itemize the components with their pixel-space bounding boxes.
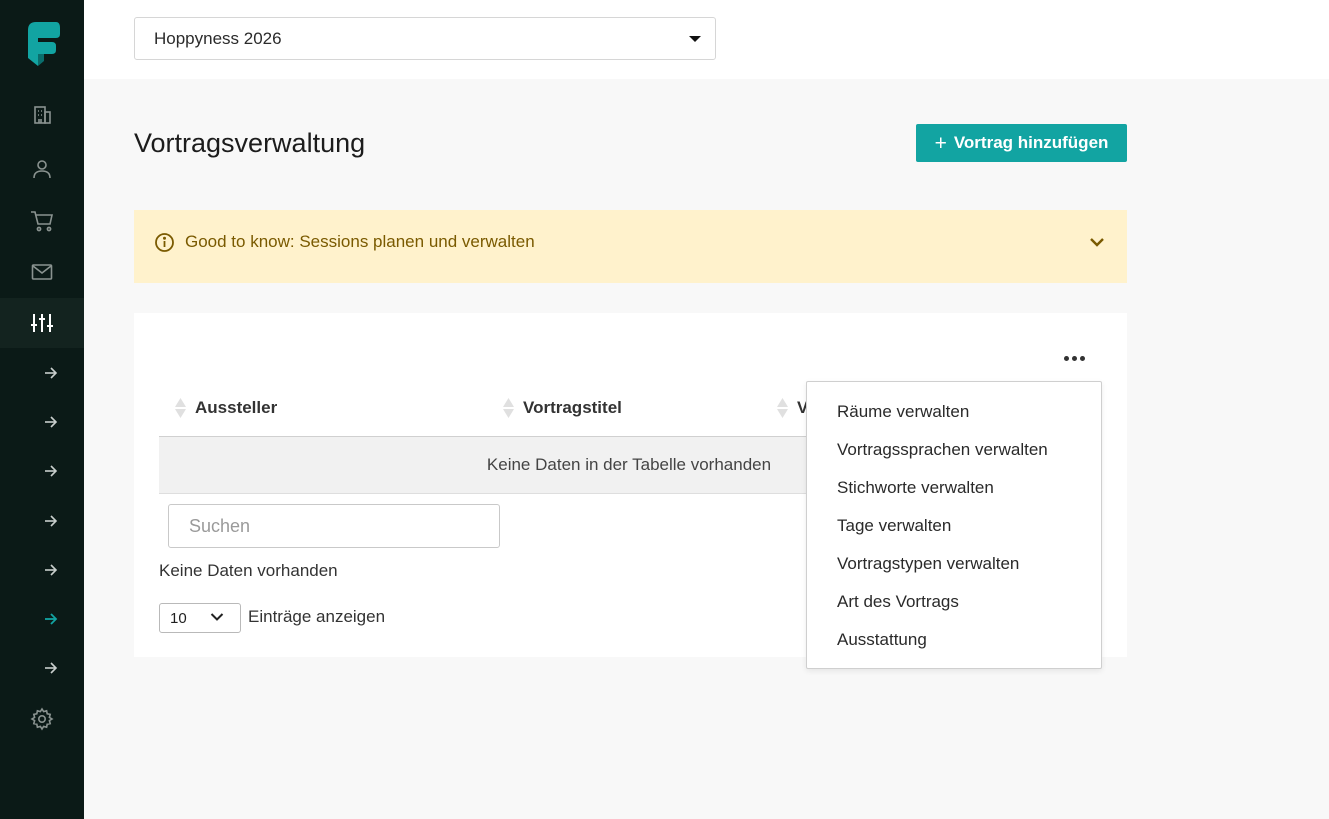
more-options-menu: Räume verwalten Vortragssprachen verwalt… <box>806 381 1102 669</box>
sub-nav-item-2[interactable] <box>0 397 84 446</box>
nav-mail[interactable] <box>0 247 84 297</box>
arrow-right-icon <box>45 612 58 625</box>
sort-icon <box>777 398 788 418</box>
column-header-third[interactable]: V <box>776 397 808 419</box>
gear-icon <box>30 707 54 731</box>
column-header-label: Aussteller <box>195 398 278 417</box>
sub-nav-item-3[interactable] <box>0 446 84 495</box>
search-input[interactable] <box>168 504 500 548</box>
arrow-right-icon <box>45 661 58 674</box>
info-banner[interactable]: Good to know: Sessions planen und verwal… <box>134 210 1127 283</box>
sub-nav-item-7[interactable] <box>0 643 84 692</box>
nav-shop[interactable] <box>0 196 84 246</box>
column-header-label: Vortragstitel <box>523 398 622 417</box>
event-select-value: Hoppyness 2026 <box>154 28 282 48</box>
chevron-down-icon[interactable] <box>1089 237 1105 247</box>
nav-exhibitors[interactable] <box>0 90 84 140</box>
arrow-right-icon <box>45 563 58 576</box>
arrow-right-icon <box>45 514 58 527</box>
sort-icon <box>503 398 514 418</box>
table-empty-message: Keine Daten in der Tabelle vorhanden <box>486 455 772 474</box>
menu-item-raeume[interactable]: Räume verwalten <box>837 402 969 422</box>
table-info-text: Keine Daten vorhanden <box>159 561 338 580</box>
plus-icon: + <box>934 131 947 155</box>
info-icon <box>155 233 174 252</box>
sub-nav-item-4[interactable] <box>0 496 84 545</box>
cart-icon <box>31 211 53 232</box>
event-select[interactable]: Hoppyness 2026 <box>134 17 716 60</box>
nav-configuration[interactable] <box>0 298 84 348</box>
brand-logo-icon[interactable] <box>24 20 62 70</box>
page-size-value: 10 <box>170 609 187 627</box>
user-icon <box>33 160 51 179</box>
sub-nav-item-6-active[interactable] <box>0 594 84 643</box>
mail-icon <box>31 264 53 280</box>
sliders-icon <box>31 314 53 332</box>
page-size-label: Einträge anzeigen <box>248 607 386 626</box>
info-banner-text: Good to know: Sessions planen und verwal… <box>185 232 535 251</box>
sub-nav-item-1[interactable] <box>0 348 84 397</box>
page-size-select[interactable]: 10 <box>159 603 241 633</box>
sub-nav-item-5[interactable] <box>0 545 84 594</box>
add-talk-button-label: Vortrag hinzufügen <box>953 133 1109 152</box>
chevron-down-icon <box>210 613 224 621</box>
page-title: Vortragsverwaltung <box>134 128 366 158</box>
arrow-right-icon <box>45 366 58 379</box>
caret-down-icon <box>689 36 701 42</box>
menu-item-vortragstypen[interactable]: Vortragstypen verwalten <box>837 554 1019 574</box>
add-talk-button[interactable]: + Vortrag hinzufügen <box>916 124 1127 162</box>
menu-item-stichworte[interactable]: Stichworte verwalten <box>837 478 994 498</box>
sort-icon <box>175 398 186 418</box>
arrow-right-icon <box>45 464 58 477</box>
dot <box>1079 355 1085 361</box>
more-options-button[interactable] <box>1061 348 1087 368</box>
nav-users[interactable] <box>0 144 84 194</box>
menu-item-art-des-vortrags[interactable]: Art des Vortrags <box>837 592 959 612</box>
building-icon <box>34 106 51 124</box>
column-header-vortragstitel[interactable]: Vortragstitel <box>502 397 622 419</box>
dot <box>1063 355 1069 361</box>
arrow-right-icon <box>45 415 58 428</box>
menu-item-ausstattung[interactable]: Ausstattung <box>837 630 927 650</box>
menu-item-vortragssprachen[interactable]: Vortragssprachen verwalten <box>837 440 1048 460</box>
column-header-aussteller[interactable]: Aussteller <box>174 397 277 419</box>
dot <box>1071 355 1077 361</box>
top-bar: Hoppyness 2026 <box>84 0 1329 79</box>
menu-item-tage[interactable]: Tage verwalten <box>837 516 951 536</box>
nav-settings[interactable] <box>0 694 84 744</box>
sidebar <box>0 0 84 819</box>
